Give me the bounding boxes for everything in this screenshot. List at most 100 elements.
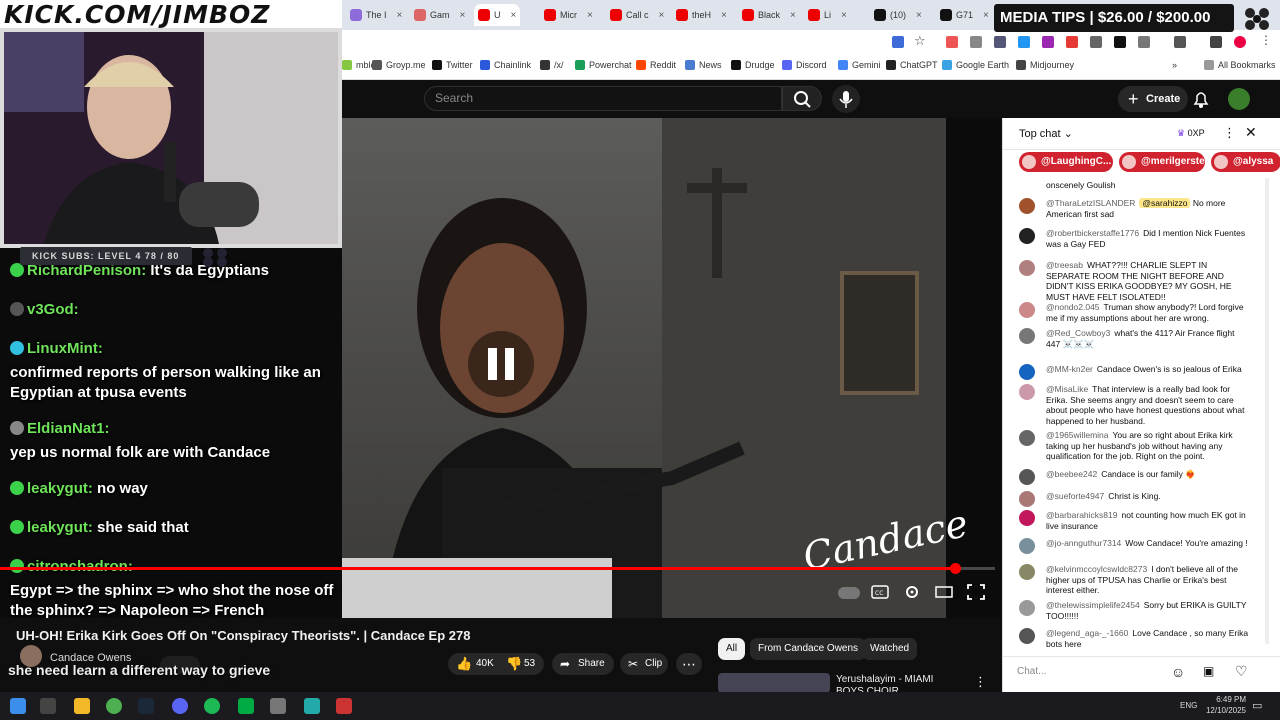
browser-tab[interactable]: Li × [804, 4, 851, 26]
avatar[interactable] [1019, 510, 1035, 526]
bookmark-item[interactable]: Groyp.me [372, 60, 426, 70]
browser-tab[interactable]: G71 × [936, 4, 993, 26]
extension-icon[interactable] [1090, 36, 1102, 48]
browser-tab[interactable]: (10) × [870, 4, 926, 26]
close-icon[interactable]: × [460, 10, 466, 21]
close-icon[interactable]: × [587, 10, 593, 21]
browser-tab[interactable]: U × [474, 4, 521, 26]
downloads-icon[interactable] [1210, 36, 1222, 48]
menu-icon[interactable]: ⋮ [1260, 33, 1272, 47]
app-icon[interactable] [304, 698, 320, 714]
extension-icon[interactable] [946, 36, 958, 48]
browser-tab[interactable]: Micr × [540, 4, 597, 26]
close-icon[interactable]: ✕ [1245, 124, 1257, 141]
recommended-thumbnail[interactable] [718, 673, 830, 693]
create-button[interactable]: + Create [1118, 86, 1188, 112]
chat-author[interactable]: @sueforte4947 [1046, 491, 1104, 501]
browser-tab[interactable]: Call c × [606, 4, 668, 26]
chat-author[interactable]: @TharaLetzISLANDER [1046, 198, 1135, 208]
clip-button[interactable]: ✂ Clip [620, 653, 668, 675]
avatar[interactable] [1234, 36, 1246, 48]
app-icon[interactable] [270, 698, 286, 714]
chat-message[interactable]: @robertbickerstaffe1776 Did I mention Nic… [1013, 228, 1249, 249]
bookmark-item[interactable]: Google Earth [942, 60, 1009, 70]
task-view-icon[interactable] [40, 698, 56, 714]
windows-start-icon[interactable] [10, 698, 26, 714]
close-icon[interactable]: × [790, 10, 796, 21]
progress-bar[interactable] [0, 563, 995, 574]
close-icon[interactable]: × [397, 10, 403, 21]
voice-search-button[interactable] [832, 85, 860, 113]
chat-message[interactable]: @thelewissimplelife2454 Sorry but ERIKA i… [1013, 600, 1249, 621]
chrome-icon[interactable] [106, 698, 122, 714]
avatar[interactable] [1019, 364, 1035, 380]
app-icon[interactable] [336, 698, 352, 714]
bookmark-item[interactable]: Drudge [731, 60, 775, 70]
browser-tab[interactable]: Black × [738, 4, 800, 26]
chat-author[interactable]: @nondo2.045 [1046, 302, 1100, 312]
bookmark-item[interactable]: /x/ [540, 60, 564, 70]
chat-message[interactable]: @beebee242 Candace is our family ❤️‍🔥 [1013, 469, 1249, 485]
chat-message[interactable]: @sueforte4947 Christ is King. [1013, 491, 1249, 507]
close-icon[interactable]: × [511, 10, 517, 21]
chat-author[interactable]: @MM-kn2er [1046, 364, 1093, 374]
pause-button[interactable] [468, 331, 534, 397]
avatar[interactable] [1019, 430, 1035, 446]
avatar[interactable] [1019, 260, 1035, 276]
chat-author[interactable]: @jo-annguthur7314 [1046, 538, 1121, 548]
chat-message[interactable]: @MM-kn2er Candace Owen's is so jealous of… [1013, 364, 1249, 380]
avatar[interactable] [1019, 564, 1035, 580]
more-icon[interactable]: ⋮ [1223, 125, 1236, 141]
chat-author[interactable]: @kelvinmccoylcswldc8273 [1046, 564, 1147, 574]
system-clock[interactable]: 6:49 PM 12/10/2025 [1200, 694, 1246, 716]
extension-icon[interactable] [1066, 36, 1078, 48]
avatar[interactable] [1019, 228, 1035, 244]
captions-button[interactable]: CC [871, 584, 889, 600]
avatar[interactable] [1019, 491, 1035, 507]
chat-message[interactable]: @kelvinmccoylcswldc8273 I don't believe a… [1013, 564, 1249, 596]
chip-watched[interactable]: Watched [862, 638, 918, 660]
bookmark-item[interactable]: Reddit [636, 60, 676, 70]
extension-icon[interactable] [970, 36, 982, 48]
puzzle-icon[interactable] [1138, 36, 1150, 48]
all-bookmarks-button[interactable]: All Bookmarks [1204, 60, 1276, 70]
chat-message[interactable]: @TharaLetzISLANDER @sarahizzo No more Ame… [1013, 198, 1249, 219]
file-explorer-icon[interactable] [74, 698, 90, 714]
avatar[interactable] [1019, 469, 1035, 485]
bookmark-item[interactable]: Chainlink [480, 60, 531, 70]
chat-message[interactable]: @1965willemina You are so right about Eri… [1013, 430, 1249, 462]
notification-icon[interactable]: ▭ [1252, 699, 1262, 712]
notifications-button[interactable] [1192, 89, 1210, 109]
chat-message[interactable]: onscenely Goulish [1013, 180, 1249, 191]
chip-all[interactable]: All [718, 638, 746, 660]
avatar[interactable] [1019, 384, 1035, 400]
chat-input[interactable]: Chat... [1017, 666, 1167, 682]
bookmark-item[interactable]: Midjourney [1016, 60, 1074, 70]
chat-author[interactable]: @1965willemina [1046, 430, 1109, 440]
chat-author[interactable]: @beebee242 [1046, 469, 1097, 479]
chat-message[interactable]: @treesab WHAT??!!! CHARLIE SLEPT IN SEPAR… [1013, 260, 1249, 302]
chat-message[interactable]: @legend_aga-_-1660 Love Candace , so many… [1013, 628, 1249, 649]
search-input[interactable]: Search [424, 86, 782, 111]
chat-mention[interactable]: @sarahizzo [1139, 198, 1191, 208]
chat-message[interactable]: @Red_Cowboy3 what's the 411? Air France f… [1013, 328, 1249, 349]
settings-button[interactable] [903, 584, 921, 600]
chat-message[interactable]: @MisaLike That interview is a really bad … [1013, 384, 1249, 426]
avatar[interactable] [1019, 628, 1035, 644]
star-icon[interactable]: ☆ [914, 33, 926, 49]
bookmark-item[interactable]: News [685, 60, 722, 70]
close-icon[interactable]: × [916, 10, 922, 21]
terminal-icon[interactable] [238, 698, 254, 714]
browser-tab[interactable]: The I × [346, 4, 406, 26]
share-button[interactable]: ➦ Share [552, 653, 614, 675]
discord-icon[interactable] [172, 698, 188, 714]
spotify-icon[interactable] [204, 698, 220, 714]
bookmarks-overflow-icon[interactable]: » [1172, 60, 1177, 70]
bookmark-item[interactable]: Gemini [838, 60, 881, 70]
fullscreen-button[interactable] [967, 584, 985, 600]
extension-icon[interactable] [1042, 36, 1054, 48]
chat-author[interactable]: @treesab [1046, 260, 1083, 270]
chat-mode-dropdown[interactable]: Top chat ⌄ [1019, 127, 1073, 140]
close-icon[interactable]: × [841, 10, 847, 21]
extension-icon[interactable] [1018, 36, 1030, 48]
